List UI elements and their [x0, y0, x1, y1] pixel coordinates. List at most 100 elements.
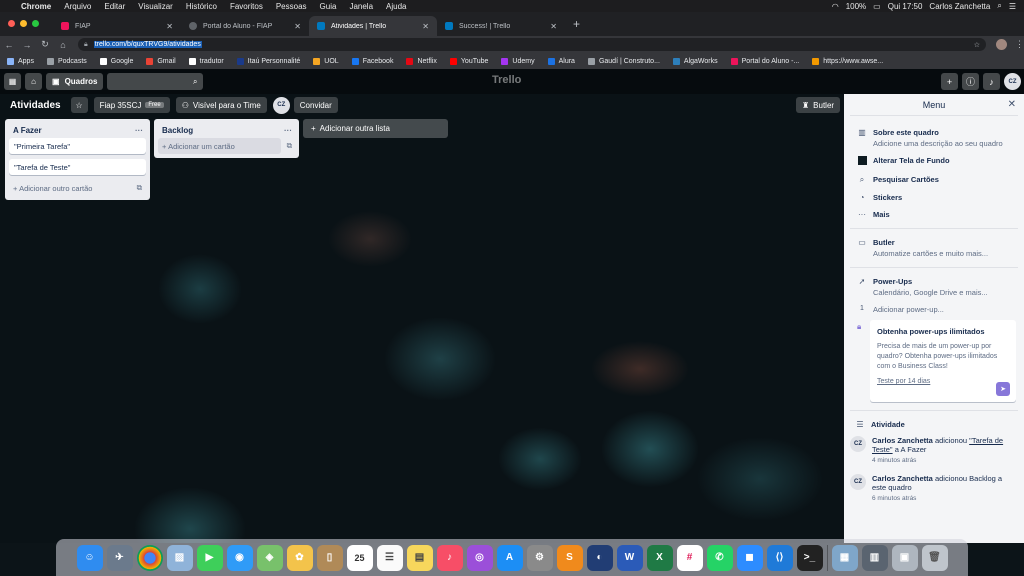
star-board-icon[interactable]: ☆	[70, 97, 88, 113]
eclipse-icon[interactable]: ◐	[586, 544, 613, 571]
music-icon[interactable]: ♪	[436, 544, 463, 571]
activity-time[interactable]: 6 minutos atrás	[872, 495, 1018, 502]
activity-item[interactable]: CZ Carlos Zanchetta adicionou Backlog a …	[844, 471, 1024, 505]
bookmark-item[interactable]: Facebook	[351, 57, 393, 65]
menu-pessoas[interactable]: Pessoas	[276, 2, 307, 11]
finder-icon[interactable]: ☺	[76, 544, 103, 571]
tab-atividades-trello[interactable]: Atividades | Trello ✕	[309, 16, 437, 36]
photos-icon[interactable]: ✿	[286, 544, 313, 571]
reminders-icon[interactable]: ☰	[376, 544, 403, 571]
menu-favoritos[interactable]: Favoritos	[230, 2, 263, 11]
trello-logo[interactable]: Trello	[492, 74, 521, 86]
activity-avatar[interactable]: CZ	[850, 436, 866, 452]
trash-icon[interactable]: 🗑︎	[921, 544, 948, 571]
member-avatar[interactable]: CZ	[272, 96, 290, 114]
wifi-icon[interactable]: ◠	[832, 2, 839, 11]
menu-visualizar[interactable]: Visualizar	[138, 2, 173, 11]
messages-icon[interactable]: ◉	[226, 544, 253, 571]
list-menu-icon[interactable]: ···	[135, 126, 143, 135]
minimize-window-button[interactable]	[20, 20, 27, 27]
close-tab-icon[interactable]: ✕	[550, 22, 557, 31]
trial-link[interactable]: Teste por 14 dias	[877, 378, 1009, 385]
menu-add-power-up[interactable]: 1 Adicionar power-up...	[844, 301, 1024, 318]
menu-arquivo[interactable]: Arquivo	[64, 2, 91, 11]
menu-about-board[interactable]: ▥ Sobre este quadro Adicione uma descriç…	[844, 124, 1024, 152]
profile-avatar[interactable]	[996, 39, 1007, 50]
notifications-bell-icon[interactable]: ♪	[983, 73, 1000, 90]
butler-button[interactable]: ♜ Butler	[796, 97, 841, 113]
forward-arrow-icon[interactable]: →	[18, 40, 36, 50]
list-title[interactable]: Backlog	[162, 126, 193, 135]
add-list-button[interactable]: + Adicionar outra lista	[303, 119, 448, 138]
bookmark-item[interactable]: Itaú Personnalité	[236, 57, 300, 65]
vscode-icon[interactable]: ⟨⟩	[766, 544, 793, 571]
bookmark-item[interactable]: Gmail	[146, 57, 176, 65]
reload-icon[interactable]: ↻	[36, 39, 54, 50]
activity-user[interactable]: Carlos Zanchetta	[872, 436, 933, 445]
menu-stickers[interactable]: ◔ Stickers	[844, 189, 1024, 206]
boards-button[interactable]: ▣ Quadros	[46, 73, 104, 90]
menu-search-cards[interactable]: ⌕ Pesquisar Cartões	[844, 171, 1024, 189]
lock-icon[interactable]: 🔒︎	[84, 41, 88, 49]
clock[interactable]: Qui 17:50	[888, 2, 923, 11]
zoom-window-button[interactable]	[32, 20, 39, 27]
chrome-icon[interactable]	[136, 544, 163, 571]
card-template-icon[interactable]: ⧉	[287, 141, 292, 151]
bookmark-item[interactable]: Gaudí | Construto...	[587, 57, 660, 65]
list-title[interactable]: A Fazer	[13, 126, 42, 135]
bookmark-item[interactable]: Podcasts	[46, 57, 87, 65]
bookmark-item[interactable]: Udemy	[501, 57, 535, 65]
bookmark-item[interactable]: Portal do Aluno -...	[730, 57, 799, 65]
zoom-icon[interactable]: ◼	[736, 544, 763, 571]
back-arrow-icon[interactable]: ←	[0, 40, 18, 50]
podcasts-icon[interactable]: ◎	[466, 544, 493, 571]
bookmark-item[interactable]: AlgaWorks	[672, 57, 718, 65]
add-card-button[interactable]: + Adicionar um cartão	[158, 138, 281, 154]
close-icon[interactable]: ✕	[1008, 99, 1016, 110]
bookmark-item[interactable]: Netflix	[406, 57, 437, 65]
app-store-icon[interactable]: A	[496, 544, 523, 571]
home-button[interactable]: ⌂	[25, 73, 42, 90]
info-icon[interactable]: ⓘ	[962, 73, 979, 90]
activity-user[interactable]: Carlos Zanchetta	[872, 474, 933, 483]
close-window-button[interactable]	[8, 20, 15, 27]
close-tab-icon[interactable]: ✕	[422, 22, 429, 31]
visibility-button[interactable]: ⚇ Visível para o Time	[175, 97, 267, 113]
bookmark-item[interactable]: YouTube	[449, 57, 488, 65]
home-icon[interactable]: ⌂	[54, 40, 72, 50]
card[interactable]: "Tarefa de Teste"	[9, 159, 146, 175]
user-avatar[interactable]: CZ	[1004, 73, 1021, 90]
folder-stack-icon[interactable]: ▥	[861, 544, 888, 571]
omnibox[interactable]: 🔒︎ trello.com/b/quxTRVG9/atividades ☆	[78, 38, 986, 51]
word-icon[interactable]: W	[616, 544, 643, 571]
add-card-button[interactable]: + Adicionar outro cartão ⧉	[9, 180, 146, 196]
card[interactable]: "Primeira Tarefa"	[9, 138, 146, 154]
tab-portal-aluno[interactable]: Portal do Aluno - FIAP ✕	[181, 16, 309, 36]
tab-fiap[interactable]: FIAP ✕	[53, 16, 181, 36]
list-menu-icon[interactable]: ···	[284, 126, 292, 135]
activity-item[interactable]: CZ Carlos Zanchetta adicionou "Tarefa de…	[844, 433, 1024, 467]
contacts-icon[interactable]: ▯	[316, 544, 343, 571]
url-text[interactable]: trello.com/b/quxTRVG9/atividades	[93, 41, 202, 48]
preview-icon[interactable]: ▨	[166, 544, 193, 571]
menu-butler[interactable]: ▭ Butler Automatize cartões e muito mais…	[844, 234, 1024, 262]
bookmark-item[interactable]: Google	[99, 57, 133, 65]
bookmark-item[interactable]: https://www.awse...	[812, 57, 883, 65]
list-header[interactable]: Backlog ···	[158, 123, 295, 138]
menu-more[interactable]: ··· Mais	[844, 206, 1024, 223]
notes-icon[interactable]: ▤	[406, 544, 433, 571]
list-header[interactable]: A Fazer ···	[9, 123, 146, 138]
bookmark-item[interactable]: tradutor	[188, 57, 224, 65]
kebab-menu-icon[interactable]: ⋮	[1015, 39, 1024, 50]
bookmark-star-icon[interactable]: ☆	[974, 41, 980, 49]
facetime-icon[interactable]: ▶	[196, 544, 223, 571]
documents-stack-icon[interactable]: ▣	[891, 544, 918, 571]
new-tab-button[interactable]: +	[565, 17, 588, 36]
bookmark-item[interactable]: Alura	[547, 57, 575, 65]
menu-ajuda[interactable]: Ajuda	[386, 2, 406, 11]
sublime-text-icon[interactable]: S	[556, 544, 583, 571]
activity-time[interactable]: 4 minutos atrás	[872, 457, 1018, 464]
menu-janela[interactable]: Janela	[349, 2, 373, 11]
slack-icon[interactable]: #	[676, 544, 703, 571]
launchpad-icon[interactable]: ✈	[106, 544, 133, 571]
